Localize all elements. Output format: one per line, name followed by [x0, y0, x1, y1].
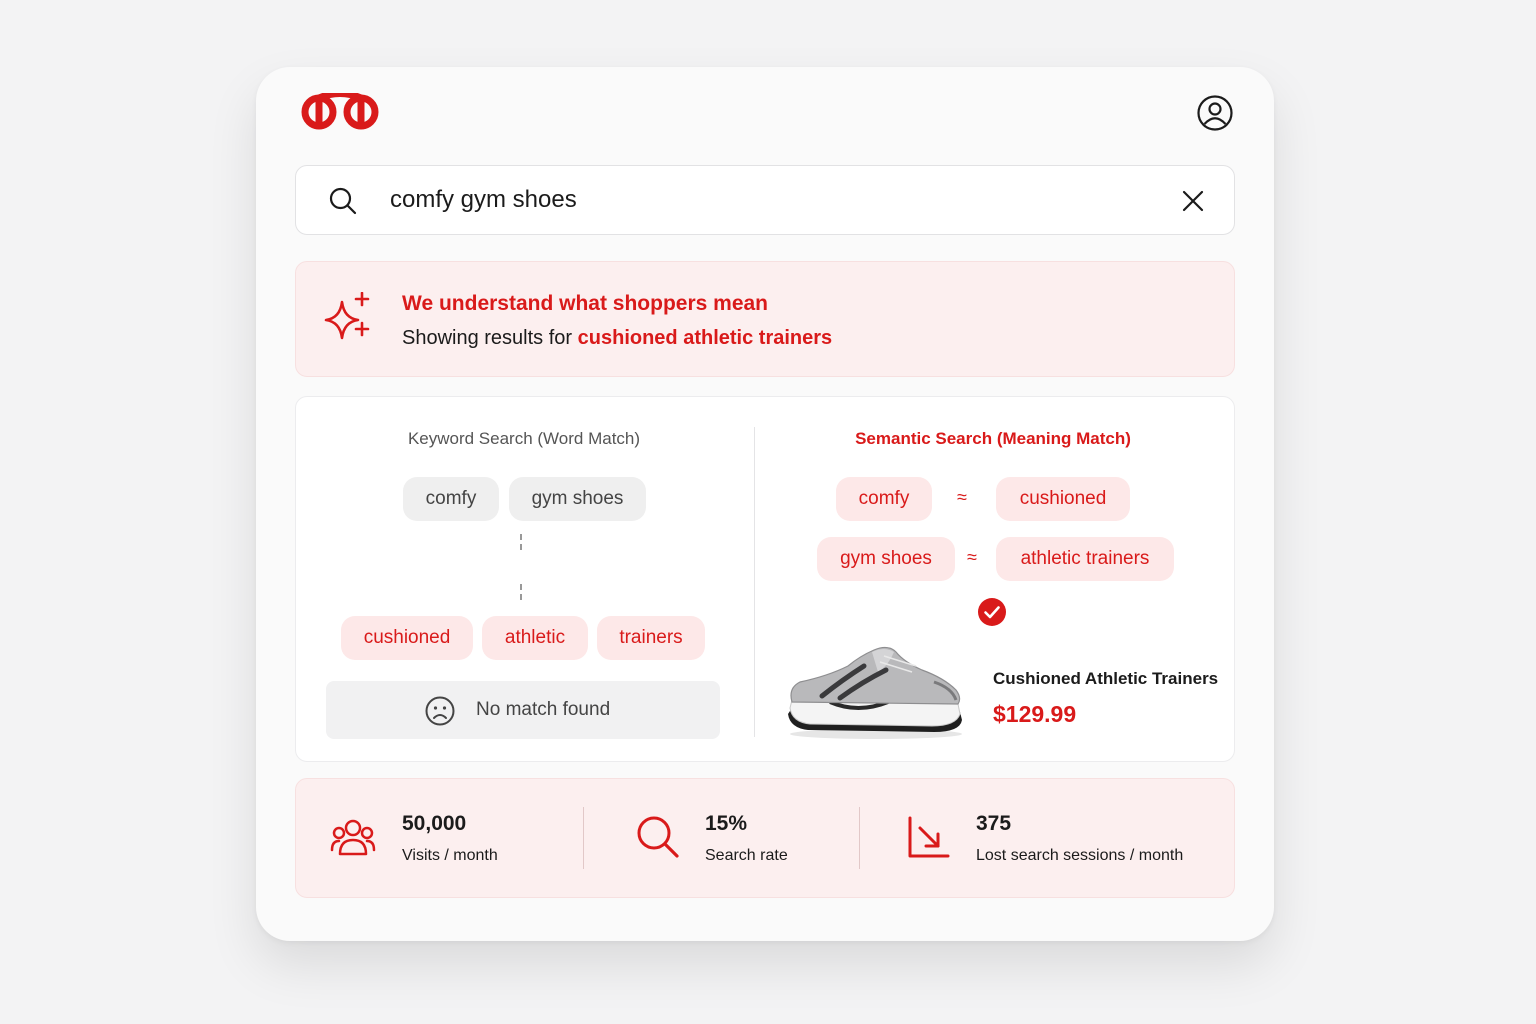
stat-label-lost-sessions: Lost search sessions / month — [976, 847, 1184, 864]
close-icon[interactable] — [1180, 188, 1206, 214]
no-match-message: No match found — [326, 681, 720, 739]
stat-value-lost-sessions: 375 — [976, 812, 1012, 835]
stat-value-visits: 50,000 — [402, 812, 467, 835]
banner-subtitle: Showing results for cushioned athletic t… — [402, 327, 832, 350]
semantic-match-chip: athletic trainers — [996, 537, 1174, 581]
keyword-product-chip: trainers — [597, 616, 705, 660]
product-name[interactable]: Cushioned Athletic Trainers — [993, 669, 1218, 689]
keyword-product-chip: athletic — [482, 616, 588, 660]
app-card: We understand what shoppers mean Showing… — [256, 67, 1274, 941]
keyword-product-chip: cushioned — [341, 616, 473, 660]
sparkle-icon — [324, 292, 370, 340]
search-icon — [637, 816, 679, 858]
banner-title: We understand what shoppers mean — [402, 292, 769, 315]
users-icon — [330, 819, 376, 856]
keyword-search-title: Keyword Search (Word Match) — [407, 429, 641, 448]
product-price: $129.99 — [993, 701, 1077, 727]
stats-bar: 50,000 Visits / month 15% Search rate 37… — [295, 778, 1235, 898]
stat-label-search-rate: Search rate — [705, 847, 788, 864]
column-divider — [754, 427, 755, 737]
keyword-query-chip: gym shoes — [509, 477, 646, 521]
connector-dash — [520, 534, 522, 550]
keyword-query-chip: comfy — [403, 477, 499, 521]
semantic-query-chip: gym shoes — [817, 537, 955, 581]
stat-label-visits: Visits / month — [402, 847, 498, 864]
brand-logo-icon[interactable] — [300, 93, 380, 131]
connector-dash — [520, 584, 522, 600]
trend-down-icon — [908, 816, 950, 858]
stat-divider — [583, 807, 584, 869]
search-bar — [295, 165, 1235, 235]
approx-symbol: ≈ — [957, 487, 967, 507]
search-comparison-panel: Keyword Search (Word Match) comfy gym sh… — [295, 396, 1235, 762]
user-account-icon[interactable] — [1196, 94, 1234, 132]
semantic-match-chip: cushioned — [996, 477, 1130, 521]
search-input[interactable] — [390, 180, 1150, 220]
banner-subtitle-prefix: Showing results for — [402, 327, 578, 349]
approx-symbol: ≈ — [967, 547, 977, 567]
stat-divider — [859, 807, 860, 869]
stat-value-search-rate: 15% — [705, 812, 748, 835]
semantic-search-title: Semantic Search (Meaning Match) — [855, 429, 1131, 448]
no-match-text: No match found — [476, 699, 611, 720]
check-circle-icon — [978, 598, 1006, 626]
search-icon — [329, 187, 357, 215]
semantic-query-chip: comfy — [836, 477, 932, 521]
query-understanding-banner: We understand what shoppers mean Showing… — [295, 261, 1235, 377]
running-shoe-image[interactable] — [784, 642, 966, 742]
interpreted-query[interactable]: cushioned athletic trainers — [578, 327, 833, 349]
sad-face-icon — [425, 696, 455, 726]
